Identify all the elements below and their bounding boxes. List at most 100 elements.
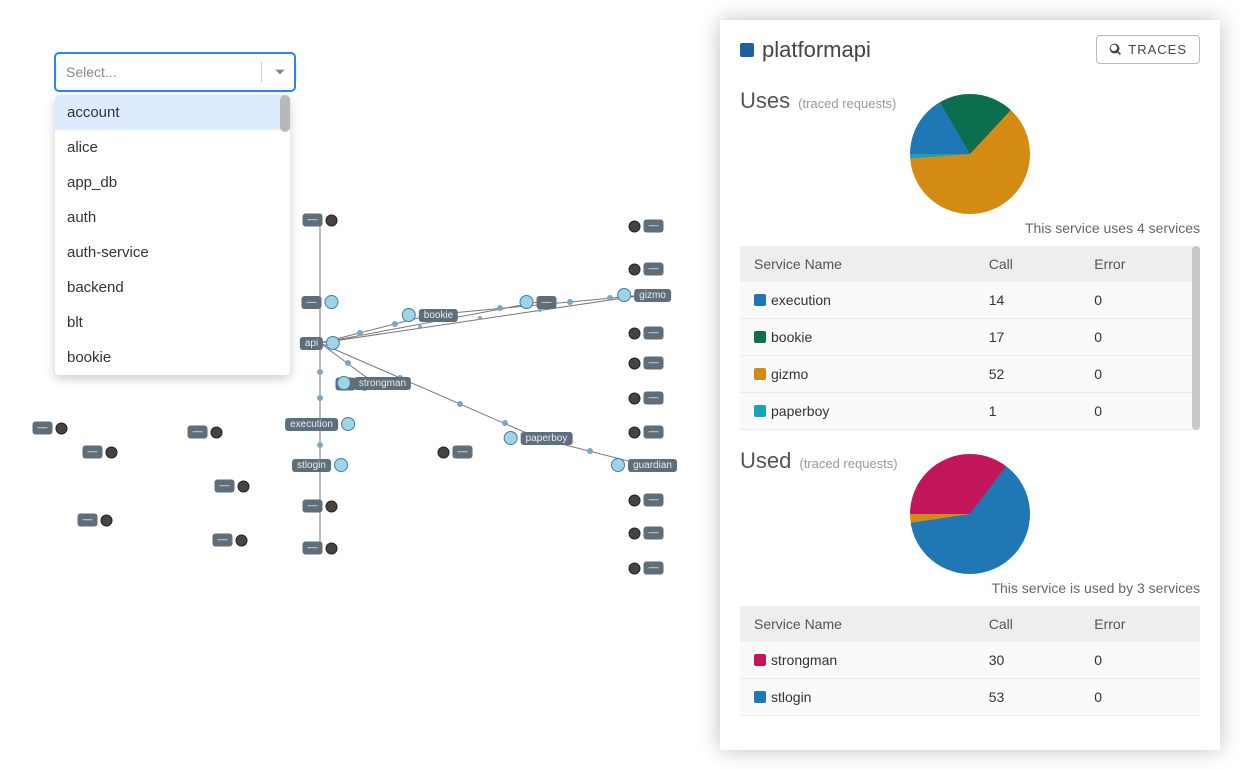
select-option[interactable]: auth <box>55 200 290 235</box>
traces-button-label: TRACES <box>1128 42 1187 57</box>
select-option[interactable]: backend <box>55 270 290 305</box>
uses-summary: This service uses 4 services <box>740 220 1200 236</box>
graph-node-label: guardian <box>628 459 677 472</box>
cell-call: 17 <box>975 319 1081 356</box>
uses-title: Uses <box>740 88 790 114</box>
cell-service-name: execution <box>740 282 975 319</box>
service-select-input[interactable] <box>56 54 257 90</box>
service-detail-panel: platformapi TRACES Uses (traced requests… <box>720 20 1220 750</box>
graph-node-execution[interactable]: execution <box>285 417 355 431</box>
graph-node[interactable]: — <box>188 426 223 439</box>
cell-error: 0 <box>1080 642 1200 679</box>
select-option[interactable]: alice <box>55 130 290 165</box>
graph-node[interactable]: — <box>83 446 118 459</box>
graph-node-label: paperboy <box>521 432 573 445</box>
graph-node[interactable]: — <box>303 214 338 227</box>
graph-node-gizmo[interactable]: gizmo <box>617 288 671 302</box>
cell-call: 53 <box>975 679 1081 716</box>
graph-node[interactable]: — <box>213 534 248 547</box>
select-option[interactable]: bookie <box>55 340 290 375</box>
graph-node-label: api <box>300 337 323 350</box>
graph-node-strongman[interactable]: strongman <box>337 376 411 390</box>
cell-error: 0 <box>1080 393 1200 430</box>
graph-node[interactable]: — <box>78 514 113 527</box>
graph-node[interactable]: — <box>33 422 68 435</box>
graph-node[interactable]: — <box>520 295 557 309</box>
used-subtitle: (traced requests) <box>799 456 897 471</box>
service-select-control[interactable] <box>55 53 295 91</box>
graph-node-guardian[interactable]: guardian <box>611 458 677 472</box>
dropdown-scrollbar[interactable] <box>280 95 290 132</box>
graph-node[interactable]: — <box>303 542 338 555</box>
cell-service-name: gizmo <box>740 356 975 393</box>
col-service-name: Service Name <box>740 606 975 642</box>
search-icon <box>1109 43 1122 56</box>
used-table: Service Name Call Error strongman300stlo… <box>740 606 1200 716</box>
graph-node[interactable]: — <box>629 527 664 540</box>
cell-error: 0 <box>1080 282 1200 319</box>
cell-call: 1 <box>975 393 1081 430</box>
col-service-name: Service Name <box>740 246 975 282</box>
graph-node[interactable]: — <box>629 357 664 370</box>
table-row[interactable]: bookie170 <box>740 319 1200 356</box>
graph-node[interactable]: — <box>629 263 664 276</box>
cell-service-name: paperboy <box>740 393 975 430</box>
table-row[interactable]: execution140 <box>740 282 1200 319</box>
graph-node-label: bookie <box>419 309 458 322</box>
graph-node-selected[interactable]: api <box>300 336 340 350</box>
graph-node[interactable]: — <box>629 562 664 575</box>
graph-node[interactable]: — <box>215 480 250 493</box>
select-option[interactable]: account <box>55 95 290 130</box>
cell-service-name: bookie <box>740 319 975 356</box>
graph-node[interactable]: — <box>629 426 664 439</box>
used-summary: This service is used by 3 services <box>740 580 1200 596</box>
used-title: Used <box>740 448 791 474</box>
graph-node[interactable]: — <box>302 295 339 309</box>
graph-node-bookie[interactable]: bookie <box>402 308 458 322</box>
graph-node-stlogin[interactable]: stlogin <box>292 458 348 472</box>
panel-header: platformapi TRACES <box>720 20 1220 74</box>
panel-body[interactable]: Uses (traced requests) This service uses… <box>720 74 1220 750</box>
service-select[interactable]: account alice app_db auth auth-service b… <box>55 53 295 91</box>
panel-title: platformapi <box>762 37 1096 63</box>
cell-error: 0 <box>1080 319 1200 356</box>
service-select-menu[interactable]: account alice app_db auth auth-service b… <box>55 95 290 375</box>
service-color-swatch <box>754 294 766 306</box>
graph-node[interactable]: — <box>629 220 664 233</box>
table-row[interactable]: paperboy10 <box>740 393 1200 430</box>
col-error: Error <box>1080 246 1200 282</box>
service-color-swatch <box>754 691 766 703</box>
graph-node[interactable]: — <box>438 446 473 459</box>
cell-service-name: stlogin <box>740 679 975 716</box>
cell-service-name: strongman <box>740 642 975 679</box>
dependency-graph-canvas[interactable]: — — — — — — — — — — — — — — — — — — — — … <box>0 0 720 770</box>
uses-table-scrollbar[interactable] <box>1192 246 1200 430</box>
table-row[interactable]: stlogin530 <box>740 679 1200 716</box>
graph-node[interactable]: — <box>629 494 664 507</box>
graph-node-label: stlogin <box>292 459 331 472</box>
service-color-swatch <box>754 368 766 380</box>
used-pie-wrap <box>740 454 1200 574</box>
col-call: Call <box>975 606 1081 642</box>
table-row[interactable]: gizmo520 <box>740 356 1200 393</box>
uses-pie-chart <box>910 94 1030 214</box>
cell-error: 0 <box>1080 356 1200 393</box>
uses-pie-wrap <box>740 94 1200 214</box>
select-option[interactable]: blt <box>55 305 290 340</box>
select-option[interactable]: app_db <box>55 165 290 200</box>
graph-node-paperboy[interactable]: paperboy <box>504 431 573 445</box>
used-pie-chart <box>910 454 1030 574</box>
graph-node[interactable]: — <box>629 327 664 340</box>
service-color-swatch <box>754 405 766 417</box>
service-color-swatch <box>740 43 754 57</box>
traces-button[interactable]: TRACES <box>1096 35 1200 64</box>
select-option[interactable]: auth-service <box>55 235 290 270</box>
col-call: Call <box>975 246 1081 282</box>
graph-node-label: gizmo <box>634 289 671 302</box>
cell-error: 0 <box>1080 679 1200 716</box>
chevron-down-icon[interactable] <box>266 54 294 90</box>
service-color-swatch <box>754 331 766 343</box>
table-row[interactable]: strongman300 <box>740 642 1200 679</box>
graph-node[interactable]: — <box>303 500 338 513</box>
graph-node[interactable]: — <box>629 392 664 405</box>
